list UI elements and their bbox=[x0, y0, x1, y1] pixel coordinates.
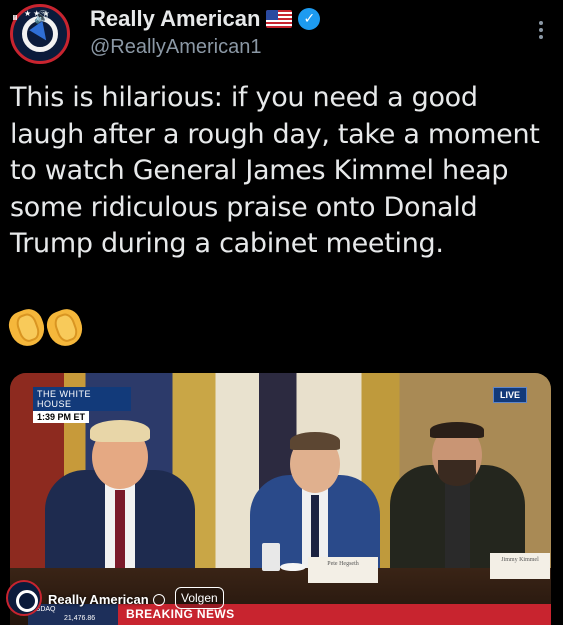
author-name[interactable]: Really American bbox=[90, 6, 260, 32]
pause-icon[interactable]: ⏸ bbox=[12, 10, 18, 25]
us-flag-icon bbox=[266, 10, 293, 28]
more-options-icon[interactable] bbox=[531, 18, 551, 42]
verified-badge-icon: ✓ bbox=[298, 8, 321, 30]
nameplate-left: Pete Hegseth bbox=[308, 557, 378, 583]
author-handle[interactable]: @ReallyAmerican1 bbox=[90, 36, 261, 59]
overlay-author-name: Really American bbox=[48, 592, 149, 607]
video-person-right bbox=[390, 420, 530, 570]
emoji-row bbox=[4, 305, 88, 351]
ticker-value: 21,476.86 bbox=[64, 615, 96, 622]
video-person-left bbox=[40, 420, 200, 570]
water-glass bbox=[262, 543, 280, 571]
live-badge: LIVE bbox=[492, 387, 527, 403]
ticker-box: ASDAQ 21,476.86 bbox=[28, 604, 118, 625]
follow-button[interactable]: Volgen bbox=[175, 587, 224, 609]
saucer bbox=[280, 563, 306, 571]
media-controls: ⏸ 🔊 bbox=[12, 10, 49, 25]
overlay-avatar[interactable] bbox=[6, 580, 42, 616]
nameplate-right: Jimmy Kimmel bbox=[490, 553, 550, 579]
clapping-hands-icon bbox=[42, 305, 88, 351]
video-player[interactable]: Pete Hegseth Jimmy Kimmel THE WHITE HOUS… bbox=[10, 373, 551, 625]
network-tag-title: THE WHITE HOUSE bbox=[33, 387, 131, 411]
volume-icon[interactable]: 🔊 bbox=[34, 10, 49, 25]
network-tag-time: 1:39 PM ET bbox=[33, 411, 89, 423]
overlay-author[interactable]: Really American bbox=[48, 592, 165, 607]
post-header: ★★★ ⏸ 🔊 Really American ✓ @ReallyAmerica… bbox=[10, 4, 555, 64]
post-text: This is hilarious: if you need a good la… bbox=[10, 82, 540, 259]
author-name-row: Really American ✓ bbox=[90, 6, 321, 32]
clapping-hands-icon bbox=[4, 305, 50, 351]
network-tag: THE WHITE HOUSE 1:39 PM ET bbox=[33, 387, 131, 423]
overlay-verified-icon bbox=[152, 593, 165, 606]
